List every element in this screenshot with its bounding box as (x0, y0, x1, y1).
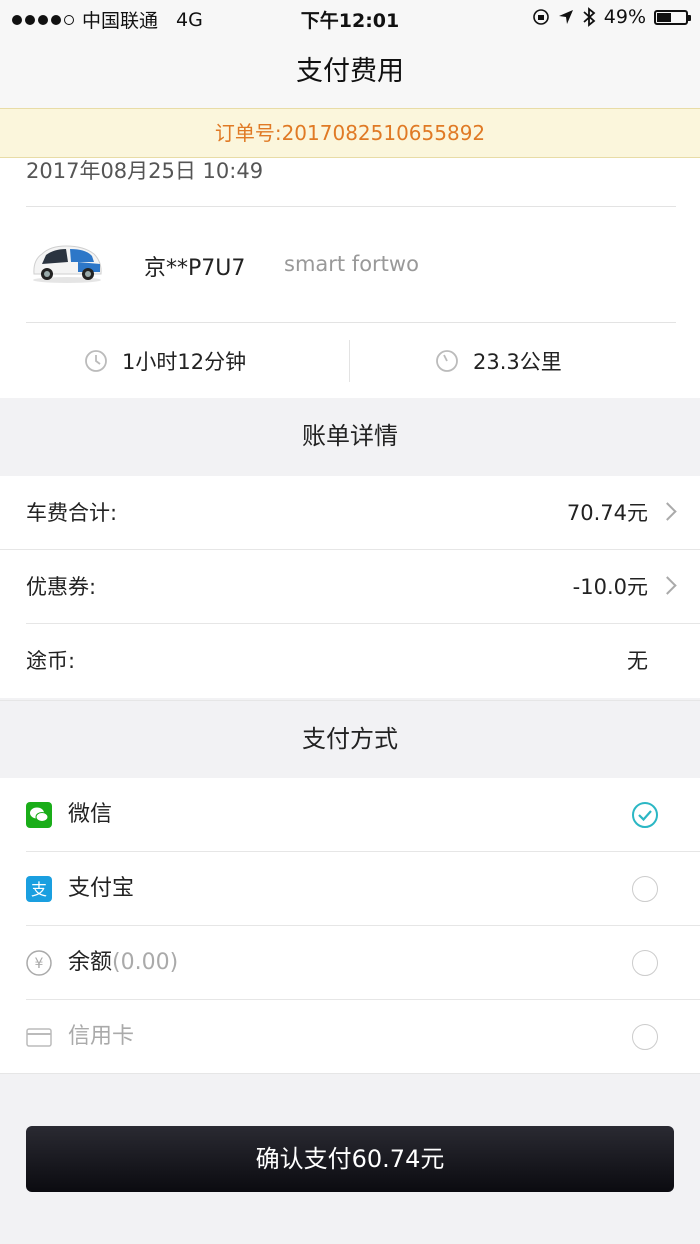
payment-label: 支付宝 (68, 876, 135, 901)
payment-option-wechat[interactable]: 微信 (0, 778, 700, 852)
wechat-icon (26, 802, 52, 828)
radio-unchecked[interactable] (632, 1024, 658, 1050)
confirm-payment-button[interactable]: 确认支付60.74元 (26, 1126, 674, 1192)
car-plate: 京**P7U7 (144, 256, 246, 281)
payment-section-header: 支付方式 (0, 700, 700, 776)
duration-value: 1小时12分钟 (122, 350, 247, 374)
coupon-label: 优惠券: (26, 575, 97, 599)
credit-card-icon (26, 1028, 52, 1047)
bill-row-coupon[interactable]: 优惠券: -10.0元 (0, 550, 700, 624)
fare-total-value: 70.74元 (566, 501, 648, 525)
bluetooth-icon (583, 7, 596, 27)
payment-option-balance[interactable]: ¥ 余额(0.00) (0, 926, 700, 1000)
balance-amount: (0.00) (112, 950, 179, 975)
tucoin-label: 途币: (26, 649, 76, 673)
tucoin-value: 无 (627, 649, 648, 673)
row-divider (0, 1073, 700, 1074)
payment-label: 信用卡 (68, 1024, 135, 1049)
trip-datetime: 2017年08月25日 10:49 (26, 159, 264, 183)
divider (26, 206, 676, 207)
coupon-value: -10.0元 (572, 575, 648, 599)
status-bar: 中国联通 4G 下午12:01 49% (0, 0, 700, 36)
payment-option-alipay[interactable]: 支 支付宝 (0, 852, 700, 926)
alipay-icon: 支 (26, 876, 52, 902)
payment-label: 微信 (68, 802, 113, 827)
trip-duration: 1小时12分钟 (84, 346, 246, 376)
speedometer-icon (436, 350, 458, 372)
checkmark-icon (638, 810, 652, 822)
payment-option-credit-card[interactable]: 信用卡 (0, 1000, 700, 1074)
radio-unchecked[interactable] (632, 876, 658, 902)
yuan-icon: ¥ (26, 950, 52, 976)
rotation-lock-icon (532, 9, 549, 25)
location-arrow-icon (558, 10, 573, 24)
battery-percent: 49% (603, 6, 646, 28)
distance-value: 23.3公里 (473, 350, 562, 374)
fare-total-label: 车费合计: (26, 501, 118, 525)
clock-icon (85, 350, 107, 372)
radio-unchecked[interactable] (632, 950, 658, 976)
battery-icon (654, 9, 691, 25)
radio-checked[interactable] (632, 802, 658, 828)
car-model: smart fortwo (284, 252, 419, 276)
order-number: 订单号:2017082510655892 (0, 108, 700, 158)
payment-label: 余额(0.00) (68, 950, 179, 975)
car-image (33, 245, 102, 283)
stat-divider (349, 340, 350, 382)
bill-row-tucoin: 途币: 无 (0, 624, 700, 698)
divider (26, 322, 676, 323)
svg-text:¥: ¥ (35, 956, 44, 972)
trip-distance: 23.3公里 (435, 346, 562, 376)
bill-row-fare-total[interactable]: 车费合计: 70.74元 (0, 476, 700, 550)
bill-section-header: 账单详情 (302, 422, 398, 450)
svg-text:支: 支 (31, 880, 47, 899)
page-title: 支付费用 (0, 36, 700, 108)
chevron-right-icon (658, 502, 677, 521)
chevron-right-icon (658, 576, 677, 595)
